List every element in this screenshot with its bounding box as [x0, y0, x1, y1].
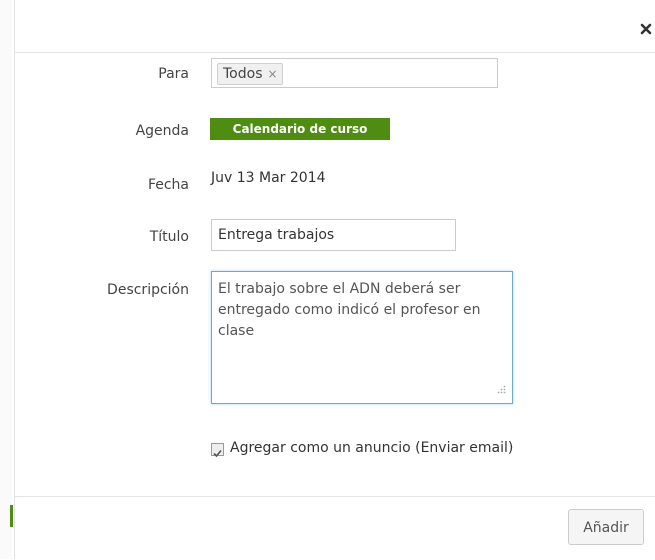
descripcion-label: Descripción — [107, 282, 189, 298]
agenda-calendar-badge[interactable]: Calendario de curso — [210, 118, 390, 140]
titulo-label: Título — [149, 229, 189, 245]
fecha-value: Juv 13 Mar 2014 — [211, 170, 326, 186]
agenda-label: Agenda — [135, 123, 189, 139]
remove-chip-icon[interactable]: × — [267, 64, 277, 84]
title-input[interactable] — [211, 219, 456, 251]
background-accent-mark — [10, 505, 13, 527]
background-page-edge — [0, 0, 12, 559]
recipient-chip-label: Todos — [223, 66, 263, 82]
announce-label[interactable]: Agregar como un anuncio (Enviar email) — [230, 440, 513, 456]
close-icon[interactable] — [639, 22, 653, 36]
fecha-label: Fecha — [147, 177, 189, 193]
announce-checkbox[interactable] — [211, 443, 224, 458]
dialog-header — [14, 0, 655, 53]
description-textarea[interactable]: El trabajo sobre el ADN deberá ser entre… — [211, 271, 513, 404]
add-button[interactable]: Añadir — [568, 509, 644, 545]
recipient-chip: Todos × — [217, 63, 283, 85]
check-icon — [213, 449, 222, 458]
dialog-footer — [14, 496, 655, 560]
recipients-field[interactable]: Todos × — [211, 58, 498, 88]
para-label: Para — [158, 66, 189, 82]
resize-grip-icon[interactable] — [496, 384, 506, 394]
